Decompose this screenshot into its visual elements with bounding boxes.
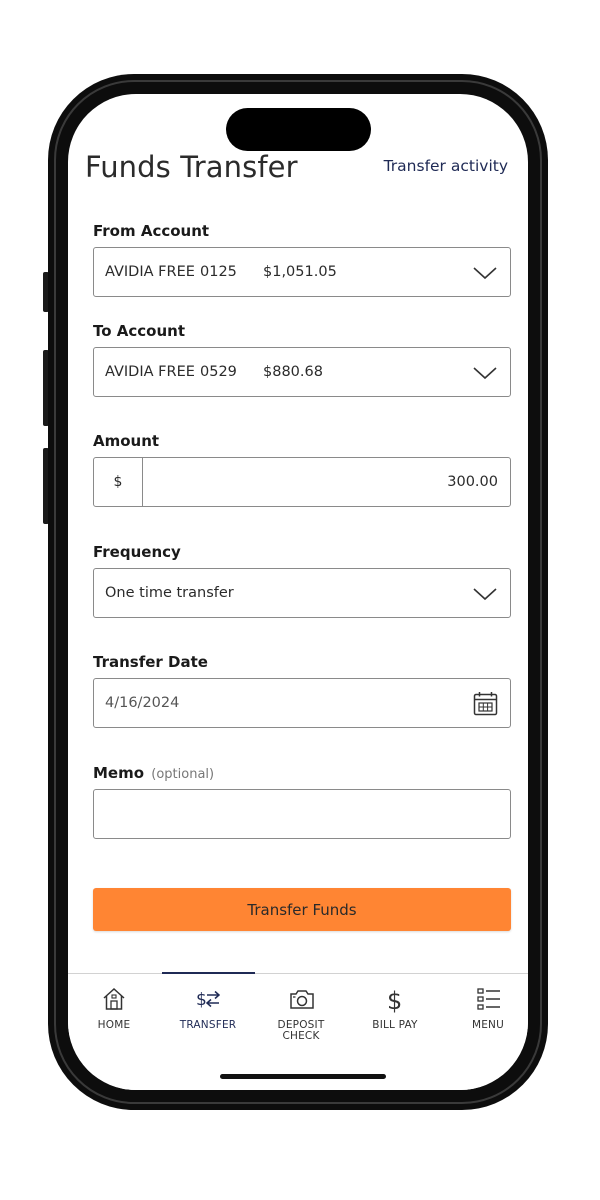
svg-text:$: $ bbox=[196, 990, 207, 1010]
transfer-date-value: 4/16/2024 bbox=[105, 695, 180, 711]
bottom-tab-bar: HOME $ TRANSFER DEPOSIT CHECK $ BILL PAY… bbox=[68, 972, 528, 1090]
from-account-label: From Account bbox=[93, 222, 210, 240]
menu-list-icon bbox=[477, 988, 500, 1010]
tab-home-label: HOME bbox=[97, 1019, 131, 1031]
to-account-label: To Account bbox=[93, 322, 185, 340]
to-account-number: 0529 bbox=[200, 364, 237, 380]
memo-label-text: Memo bbox=[93, 764, 145, 782]
memo-input[interactable] bbox=[93, 789, 511, 839]
from-account-number: 0125 bbox=[200, 264, 237, 280]
tab-deposit-check-label: DEPOSIT CHECK bbox=[277, 1019, 325, 1042]
amount-label: Amount bbox=[93, 432, 160, 450]
tab-home[interactable]: HOME bbox=[68, 974, 160, 1049]
svg-text:$: $ bbox=[387, 987, 402, 1014]
tab-menu-label: MENU bbox=[471, 1019, 505, 1031]
camera-icon bbox=[290, 990, 314, 1009]
to-account-select[interactable]: AVIDIA FREE 0529 $880.68 bbox=[93, 347, 511, 397]
frequency-value: One time transfer bbox=[105, 585, 234, 601]
tab-transfer-label: TRANSFER bbox=[179, 1019, 237, 1031]
tab-transfer[interactable]: $ TRANSFER bbox=[162, 974, 254, 1049]
tab-bill-pay[interactable]: $ BILL PAY bbox=[349, 974, 441, 1049]
memo-label: Memo (optional) bbox=[93, 764, 214, 782]
tab-deposit-check[interactable]: DEPOSIT CHECK bbox=[255, 974, 347, 1049]
amount-input[interactable]: $ 300.00 bbox=[93, 457, 511, 507]
calendar-icon[interactable] bbox=[473, 691, 498, 716]
transfer-funds-button[interactable]: Transfer Funds bbox=[93, 888, 511, 931]
page-title: Funds Transfer bbox=[85, 150, 298, 184]
from-account-name: AVIDIA FREE bbox=[105, 264, 195, 280]
frequency-select[interactable]: One time transfer bbox=[93, 568, 511, 618]
tab-bill-pay-label: BILL PAY bbox=[372, 1019, 418, 1031]
from-account-select[interactable]: AVIDIA FREE 0125 $1,051.05 bbox=[93, 247, 511, 297]
to-account-name: AVIDIA FREE bbox=[105, 364, 195, 380]
dollar-icon: $ bbox=[387, 987, 402, 1014]
transfer-arrows-icon: $ bbox=[196, 990, 220, 1010]
tab-menu[interactable]: MENU bbox=[442, 974, 528, 1049]
transfer-activity-link[interactable]: Transfer activity bbox=[384, 157, 508, 175]
chevron-down-icon bbox=[473, 588, 497, 601]
home-icon bbox=[103, 987, 125, 1010]
home-indicator bbox=[220, 1074, 386, 1079]
transfer-date-label: Transfer Date bbox=[93, 653, 208, 671]
frequency-label: Frequency bbox=[93, 543, 181, 561]
memo-optional-hint: (optional) bbox=[151, 767, 215, 782]
app-screen: Funds Transfer Transfer activity From Ac… bbox=[68, 94, 528, 1090]
chevron-down-icon bbox=[473, 267, 497, 280]
dynamic-island bbox=[226, 108, 371, 151]
amount-value: 300.00 bbox=[447, 474, 498, 490]
transfer-date-input[interactable]: 4/16/2024 bbox=[93, 678, 511, 728]
chevron-down-icon bbox=[473, 367, 497, 380]
currency-symbol: $ bbox=[94, 458, 143, 506]
